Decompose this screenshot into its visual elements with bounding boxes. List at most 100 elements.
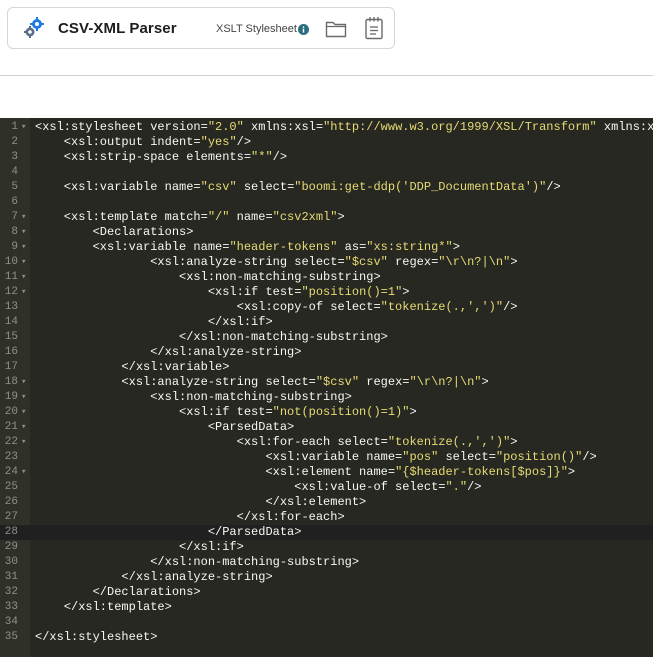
code-line[interactable]: 32 </Declarations> (0, 585, 653, 600)
code-text: </ParsedData> (35, 525, 302, 539)
code-line[interactable]: 24 ▾ <xsl:element name="{$header-tokens[$… (0, 465, 653, 480)
code-text: <xsl:variable name="header-tokens" as="x… (35, 240, 460, 254)
fold-toggle-icon[interactable]: ▾ (21, 270, 29, 285)
code-line[interactable]: 22 ▾ <xsl:for-each select="tokenize(.,','… (0, 435, 653, 450)
line-number: 21 (4, 421, 18, 433)
fold-toggle-icon[interactable]: ▾ (21, 225, 29, 240)
code-text: <Declarations> (35, 225, 194, 239)
code-line[interactable]: 15 </xsl:non-matching-substring> (0, 330, 653, 345)
code-text: <xsl:value-of select="."/> (35, 480, 482, 494)
code-text: <xsl:element name="{$header-tokens[$pos]… (35, 465, 576, 479)
code-line[interactable]: 34 (0, 615, 653, 630)
line-number: 19 (4, 391, 18, 403)
code-line[interactable]: 10 ▾ <xsl:analyze-string select="$csv" re… (0, 255, 653, 270)
fold-toggle-icon[interactable]: ▾ (21, 285, 29, 300)
line-number: 2 (11, 136, 18, 148)
code-line[interactable]: 18 ▾ <xsl:analyze-string select="$csv" re… (0, 375, 653, 390)
folder-icon[interactable] (325, 20, 347, 38)
code-text: </xsl:analyze-string> (35, 570, 273, 584)
line-number: 35 (4, 631, 18, 643)
code-text: <xsl:strip-space elements="*"/> (35, 150, 288, 164)
component-title: CSV-XML Parser (58, 20, 177, 37)
code-line[interactable]: 7 ▾ <xsl:template match="/" name="csv2xml… (0, 210, 653, 225)
line-number: 13 (4, 301, 18, 313)
line-number: 12 (4, 286, 18, 298)
line-number: 8 (11, 226, 18, 238)
code-line[interactable]: 13 <xsl:copy-of select="tokenize(.,',')"… (0, 300, 653, 315)
code-text: <ParsedData> (35, 420, 295, 434)
fold-toggle-icon[interactable]: ▾ (21, 210, 29, 225)
line-number: 17 (4, 361, 18, 373)
code-line[interactable]: 12 ▾ <xsl:if test="position()=1"> (0, 285, 653, 300)
line-number: 9 (11, 241, 18, 253)
line-number: 27 (4, 511, 18, 523)
fold-toggle-icon[interactable]: ▾ (21, 420, 29, 435)
code-line[interactable]: 5 <xsl:variable name="csv" select="boomi… (0, 180, 653, 195)
code-line[interactable]: 35 </xsl:stylesheet> (0, 630, 653, 645)
code-text: <xsl:variable name="pos" select="positio… (35, 450, 597, 464)
code-line[interactable]: 30 </xsl:non-matching-substring> (0, 555, 653, 570)
line-number: 10 (4, 256, 18, 268)
code-text: <xsl:analyze-string select="$csv" regex=… (35, 375, 489, 389)
info-icon[interactable] (298, 24, 309, 35)
code-line[interactable]: 8 ▾ <Declarations> (0, 225, 653, 240)
line-number: 23 (4, 451, 18, 463)
code-line[interactable]: 25 <xsl:value-of select="."/> (0, 480, 653, 495)
code-line[interactable]: 3 <xsl:strip-space elements="*"/> (0, 150, 653, 165)
code-line[interactable]: 2 <xsl:output indent="yes"/> (0, 135, 653, 150)
fold-toggle-icon[interactable]: ▾ (21, 465, 29, 480)
line-number: 7 (11, 211, 18, 223)
code-text: </Declarations> (35, 585, 201, 599)
code-line[interactable]: 21 ▾ <ParsedData> (0, 420, 653, 435)
code-text: <xsl:for-each select="tokenize(.,',')"> (35, 435, 518, 449)
code-line[interactable]: 11 ▾ <xsl:non-matching-substring> (0, 270, 653, 285)
fold-toggle-icon[interactable]: ▾ (21, 375, 29, 390)
line-number: 4 (11, 166, 18, 178)
fold-toggle-icon[interactable]: ▾ (21, 390, 29, 405)
code-text: </xsl:template> (35, 600, 172, 614)
code-line[interactable]: 31 </xsl:analyze-string> (0, 570, 653, 585)
line-number: 5 (11, 181, 18, 193)
fold-toggle-icon[interactable]: ▾ (21, 255, 29, 270)
fold-toggle-icon[interactable]: ▾ (21, 120, 29, 135)
notes-icon[interactable] (364, 16, 384, 40)
line-number: 31 (4, 571, 18, 583)
line-number: 14 (4, 316, 18, 328)
code-line[interactable]: 27 </xsl:for-each> (0, 510, 653, 525)
line-number: 28 (4, 526, 18, 538)
code-text: </xsl:non-matching-substring> (35, 330, 388, 344)
line-number: 20 (4, 406, 18, 418)
gears-icon (24, 17, 44, 38)
line-number: 30 (4, 556, 18, 568)
code-line[interactable]: 29 </xsl:if> (0, 540, 653, 555)
code-text: </xsl:stylesheet> (35, 630, 158, 644)
code-line[interactable]: 19 ▾ <xsl:non-matching-substring> (0, 390, 653, 405)
code-line[interactable]: 1 ▾ <xsl:stylesheet version="2.0" xmlns:xs… (0, 120, 653, 135)
code-line[interactable]: 33 </xsl:template> (0, 600, 653, 615)
code-text: <xsl:template match="/" name="csv2xml"> (35, 210, 345, 224)
code-text: </xsl:non-matching-substring> (35, 555, 360, 569)
component-header: CSV-XML Parser XSLT Stylesheet (7, 7, 395, 49)
code-text: <xsl:output indent="yes"/> (35, 135, 252, 149)
code-text: </xsl:analyze-string> (35, 345, 302, 359)
code-line[interactable]: 17 </xsl:variable> (0, 360, 653, 375)
fold-toggle-icon[interactable]: ▾ (21, 240, 29, 255)
header-divider (0, 75, 653, 76)
code-editor[interactable]: 1 ▾ <xsl:stylesheet version="2.0" xmlns:xs… (0, 118, 653, 657)
code-line[interactable]: 23 <xsl:variable name="pos" select="posi… (0, 450, 653, 465)
fold-toggle-icon[interactable]: ▾ (21, 435, 29, 450)
code-line[interactable]: 26 </xsl:element> (0, 495, 653, 510)
line-number: 3 (11, 151, 18, 163)
code-line[interactable]: 20 ▾ <xsl:if test="not(position()=1)"> (0, 405, 653, 420)
line-number: 26 (4, 496, 18, 508)
line-number: 16 (4, 346, 18, 358)
code-line[interactable]: 14 </xsl:if> (0, 315, 653, 330)
code-line[interactable]: 6 (0, 195, 653, 210)
code-text: <xsl:stylesheet version="2.0" xmlns:xsl=… (35, 120, 653, 134)
code-line[interactable]: 28 </ParsedData> (0, 525, 653, 540)
code-line[interactable]: 9 ▾ <xsl:variable name="header-tokens" as… (0, 240, 653, 255)
code-line[interactable]: 16 </xsl:analyze-string> (0, 345, 653, 360)
fold-toggle-icon[interactable]: ▾ (21, 405, 29, 420)
code-line[interactable]: 4 (0, 165, 653, 180)
component-type-label: XSLT Stylesheet (216, 23, 297, 35)
